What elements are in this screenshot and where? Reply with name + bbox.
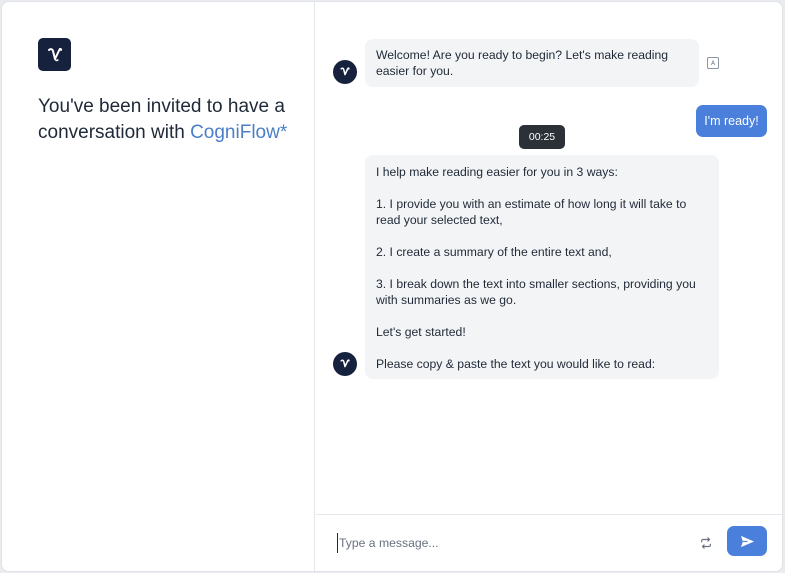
- message-paragraph: 1. I provide you with an estimate of how…: [376, 197, 687, 227]
- left-panel: You've been invited to have a conversati…: [2, 2, 315, 571]
- message-text: Welcome! Are you ready to begin? Let's m…: [376, 48, 669, 78]
- send-button[interactable]: [727, 526, 767, 556]
- v-logo-icon: [38, 38, 71, 71]
- message-paragraph: I help make reading easier for you in 3 …: [376, 165, 618, 179]
- v-logo-icon: [340, 67, 350, 76]
- message-paragraph: 3. I break down the text into smaller se…: [376, 277, 696, 307]
- translate-icon[interactable]: A: [707, 57, 719, 69]
- message-composer: [316, 514, 782, 571]
- invite-heading: You've been invited to have a conversati…: [38, 94, 298, 146]
- message-text: I'm ready!: [704, 114, 759, 128]
- message-paragraph: Please copy & paste the text you would l…: [376, 357, 656, 371]
- message-input[interactable]: [337, 533, 697, 553]
- timestamp-tooltip: 00:25: [519, 125, 565, 149]
- message-paragraph: Let's get started!: [376, 325, 466, 339]
- brand-name: CogniFlow*: [190, 122, 288, 143]
- v-logo-icon: [340, 359, 350, 368]
- message-paragraph: 2. I create a summary of the entire text…: [376, 245, 612, 259]
- user-message-1: I'm ready!: [696, 105, 767, 137]
- bot-message-2: I help make reading easier for you in 3 …: [365, 155, 719, 379]
- send-icon: [740, 535, 754, 547]
- bot-avatar: [333, 352, 357, 376]
- repeat-icon[interactable]: [697, 534, 715, 552]
- bot-message-1: Welcome! Are you ready to begin? Let's m…: [365, 39, 699, 87]
- bot-avatar: [333, 60, 357, 84]
- app-window: You've been invited to have a conversati…: [1, 1, 783, 572]
- chat-panel: Welcome! Are you ready to begin? Let's m…: [316, 2, 782, 571]
